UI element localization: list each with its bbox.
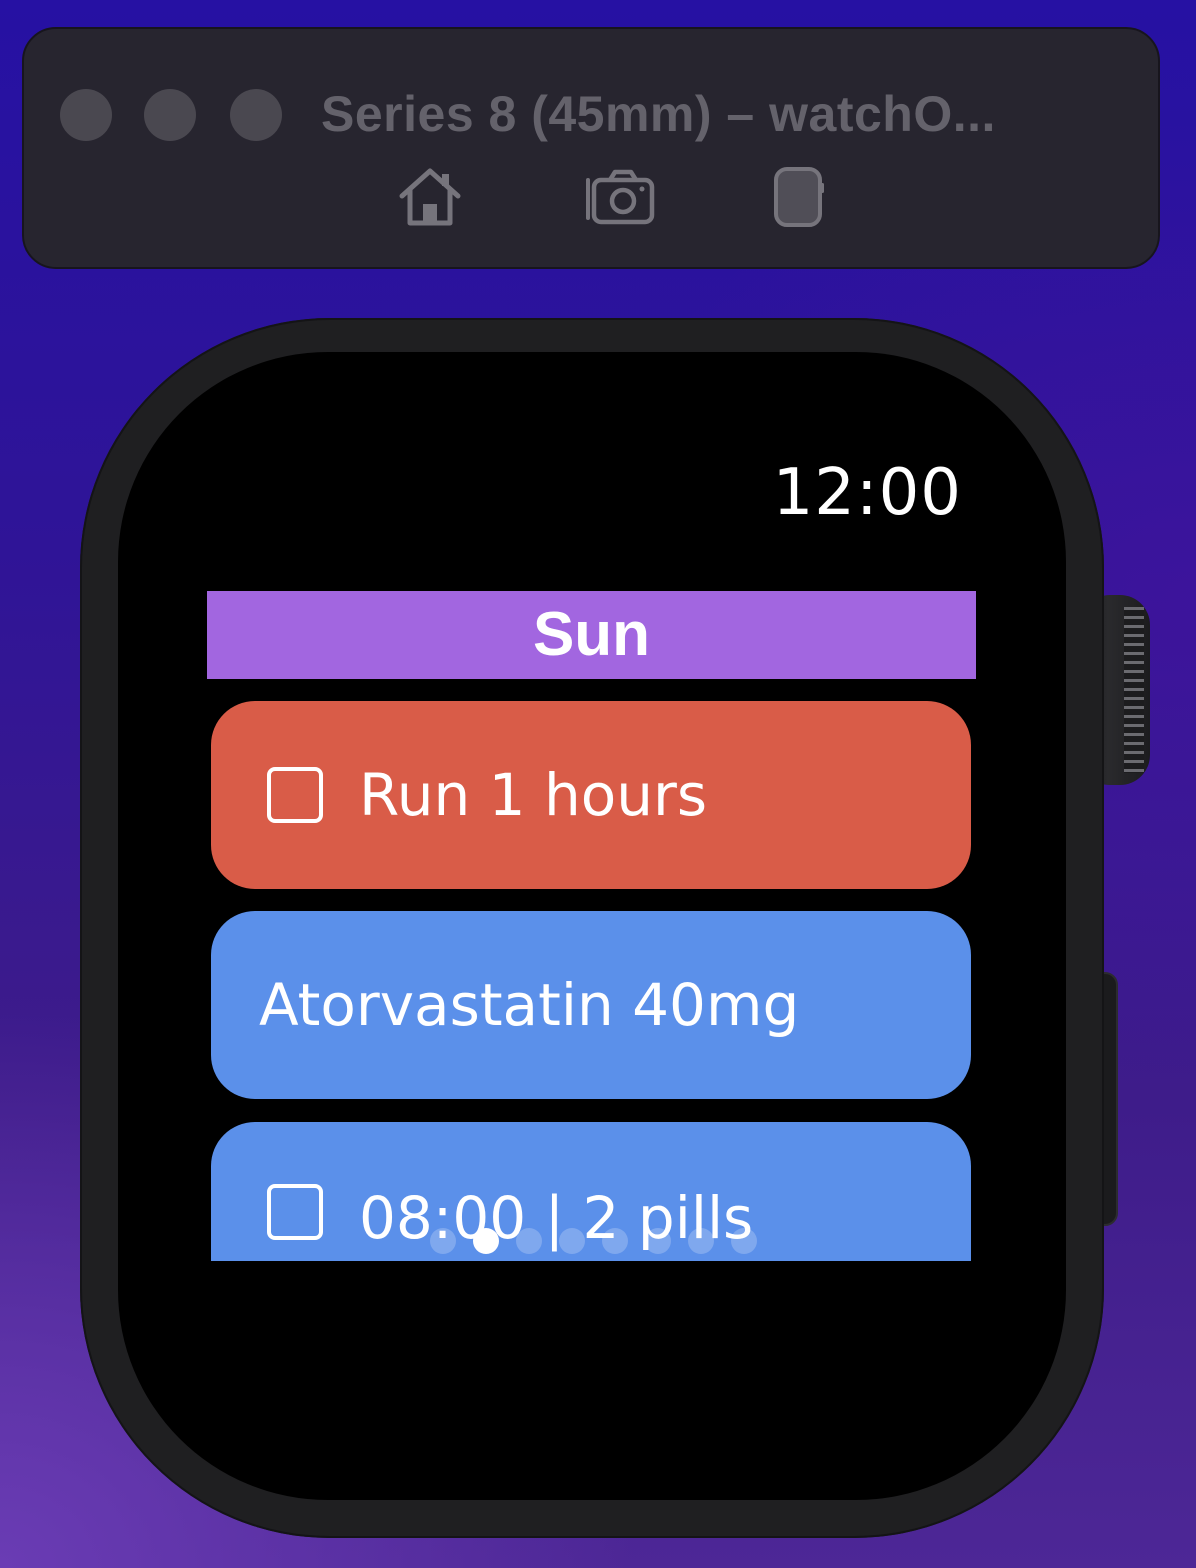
page-dot[interactable]	[559, 1228, 585, 1254]
close-window-button[interactable]	[60, 89, 112, 141]
simulator-titlebar: Series 8 (45mm) – watchO...	[22, 27, 1160, 269]
home-icon	[399, 168, 461, 226]
page-dot[interactable]	[688, 1228, 714, 1254]
page-dot[interactable]	[430, 1228, 456, 1254]
page-dot[interactable]	[602, 1228, 628, 1254]
task-list: Run 1 hours Atorvastatin 40mg 08:00 | 2 …	[118, 352, 1066, 1261]
watch-screen: 12:00 Sun Run 1 hours Atorvastatin 40mg …	[118, 352, 1066, 1500]
task-label: Run 1 hours	[359, 761, 708, 829]
medication-card[interactable]: Atorvastatin 40mg	[211, 911, 971, 1099]
window-title: Series 8 (45mm) – watchO...	[321, 86, 996, 142]
rotate-device-icon	[774, 167, 824, 227]
camera-icon	[586, 169, 655, 225]
page-dot[interactable]	[645, 1228, 671, 1254]
dose-checkbox[interactable]	[267, 1184, 323, 1240]
page-dot[interactable]	[731, 1228, 757, 1254]
page-dot[interactable]	[473, 1228, 499, 1254]
minimize-window-button[interactable]	[144, 89, 196, 141]
zoom-window-button[interactable]	[230, 89, 282, 141]
task-card-run[interactable]: Run 1 hours	[211, 701, 971, 889]
rotate-button[interactable]	[758, 161, 838, 233]
page-indicator	[430, 1226, 774, 1256]
home-button[interactable]	[390, 161, 470, 233]
screenshot-button[interactable]	[580, 161, 660, 233]
page-dot[interactable]	[516, 1228, 542, 1254]
task-checkbox[interactable]	[267, 767, 323, 823]
medication-label: Atorvastatin 40mg	[259, 971, 800, 1039]
crown-ridges	[1124, 607, 1144, 773]
